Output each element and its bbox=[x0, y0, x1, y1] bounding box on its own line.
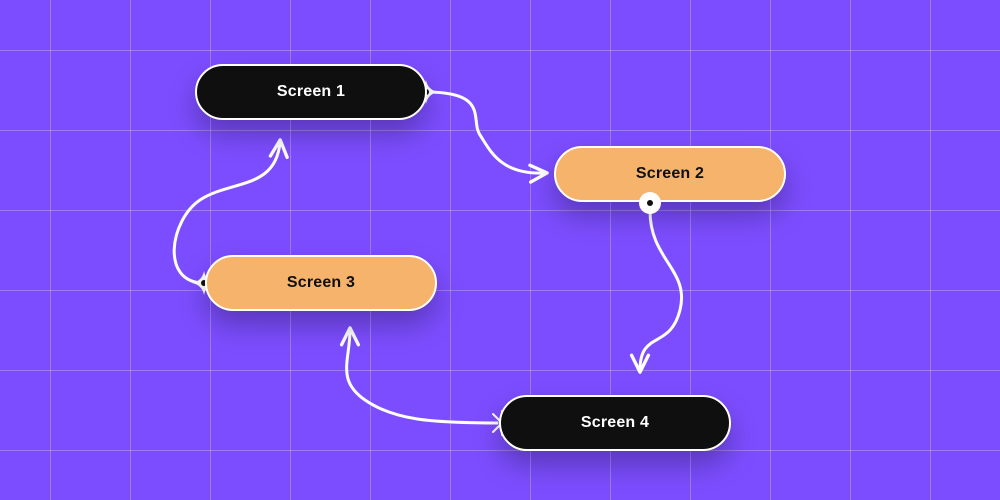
diagram-canvas: Screen 1 Screen 2 Screen 3 Screen 4 bbox=[0, 0, 1000, 500]
node-screen3[interactable]: Screen 3 bbox=[205, 255, 437, 311]
node-screen2[interactable]: Screen 2 bbox=[554, 146, 786, 202]
connector-screen1-to-screen2 bbox=[426, 92, 545, 173]
node-screen4[interactable]: Screen 4 bbox=[499, 395, 731, 451]
connector-screen2-to-screen4 bbox=[640, 211, 682, 370]
connector-screen4-to-screen3 bbox=[347, 330, 502, 423]
node-label: Screen 2 bbox=[636, 165, 704, 183]
node-label: Screen 3 bbox=[287, 274, 355, 292]
node-label: Screen 1 bbox=[277, 83, 345, 101]
node-label: Screen 4 bbox=[581, 414, 649, 432]
node-screen1[interactable]: Screen 1 bbox=[195, 64, 427, 120]
